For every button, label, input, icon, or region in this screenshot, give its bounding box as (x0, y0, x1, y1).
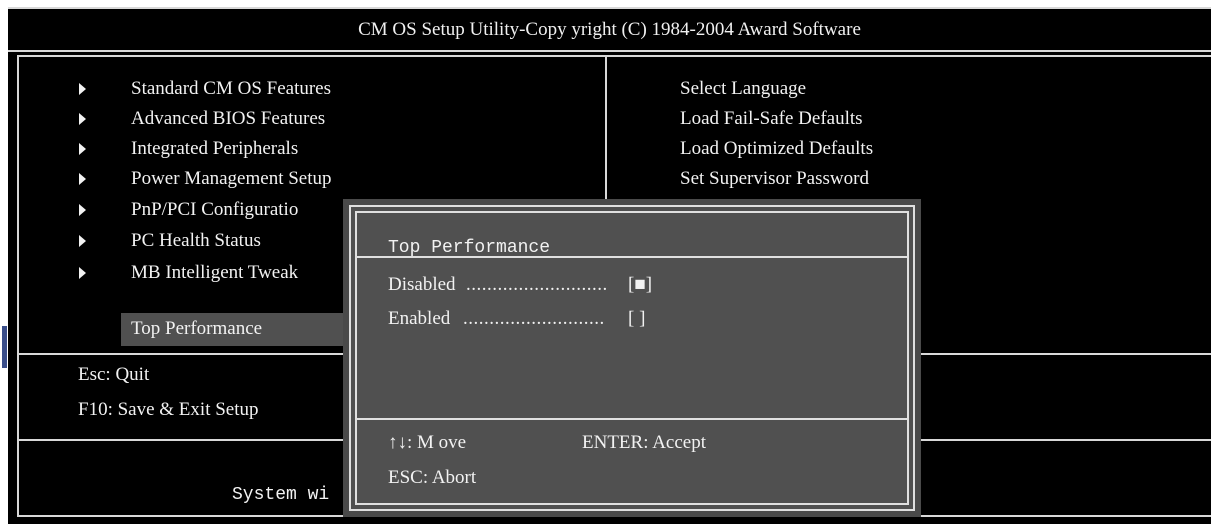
submenu-arrow-icon (79, 235, 86, 247)
frame-left-border (17, 55, 19, 517)
menu-item-load-optimized-defaults[interactable]: Load Optimized Defaults (680, 137, 873, 161)
option-leader: ........................... (463, 308, 605, 329)
abort-key-hint: ESC: Abort (388, 467, 477, 488)
move-key-hint: ↑↓: M ove (388, 432, 467, 453)
option-checkbox[interactable]: [ ] (628, 307, 645, 331)
dialog-hint-divider (357, 418, 907, 420)
bios-screen: CM OS Setup Utility-Copy yright (C) 1984… (8, 7, 1211, 524)
submenu-arrow-icon (79, 83, 86, 95)
option-dialog[interactable]: Top Performance Disabled ...............… (349, 205, 915, 511)
menu-item-power-management-setup[interactable]: Power Management Setup (131, 167, 332, 191)
submenu-arrow-icon (79, 267, 86, 279)
menu-item-integrated-peripherals[interactable]: Integrated Peripherals (131, 137, 298, 161)
page-title: CM OS Setup Utility-Copy yright (C) 1984… (358, 19, 861, 40)
menu-item-advanced-bios-features[interactable]: Advanced BIOS Features (131, 107, 325, 131)
dialog-option-disabled[interactable]: Disabled ........................... [■] (388, 273, 708, 297)
submenu-arrow-icon (79, 113, 86, 125)
menu-item-set-supervisor-password[interactable]: Set Supervisor Password (680, 167, 869, 191)
dialog-option-enabled[interactable]: Enabled ........................... [ ] (388, 307, 708, 331)
accept-key-hint: ENTER: Accept (582, 432, 706, 453)
menu-item-select-language[interactable]: Select Language (680, 77, 806, 101)
window-left-edge (0, 0, 8, 524)
quit-key-hint: Esc: Quit (78, 364, 150, 385)
header-divider (8, 50, 1211, 52)
menu-item-standard-cmos-features[interactable]: Standard CM OS Features (131, 77, 331, 101)
menu-item-mb-intelligent-tweaker[interactable]: MB Intelligent Tweak (131, 261, 298, 285)
menu-item-pnp-pci-configuration[interactable]: PnP/PCI Configuratio (131, 198, 298, 222)
menu-item-pc-health-status[interactable]: PC Health Status (131, 229, 261, 253)
submenu-arrow-icon (79, 204, 86, 216)
window-edge-marker (2, 326, 7, 368)
option-label: Enabled (388, 308, 451, 329)
option-leader: ........................... (466, 274, 608, 295)
menu-item-load-fail-safe-defaults[interactable]: Load Fail-Safe Defaults (680, 107, 863, 131)
submenu-arrow-icon (79, 143, 86, 155)
menu-top-border (17, 55, 1211, 57)
menu-item-top-performance[interactable]: Top Performance (131, 317, 262, 341)
top-border (8, 7, 1211, 9)
option-label: Disabled (388, 274, 456, 295)
option-checkbox[interactable]: [■] (628, 273, 652, 297)
dialog-title: Top Performance (388, 238, 551, 258)
submenu-arrow-icon (79, 173, 86, 185)
status-line: System wi (232, 485, 330, 505)
save-exit-key-hint: F10: Save & Exit Setup (78, 399, 259, 420)
